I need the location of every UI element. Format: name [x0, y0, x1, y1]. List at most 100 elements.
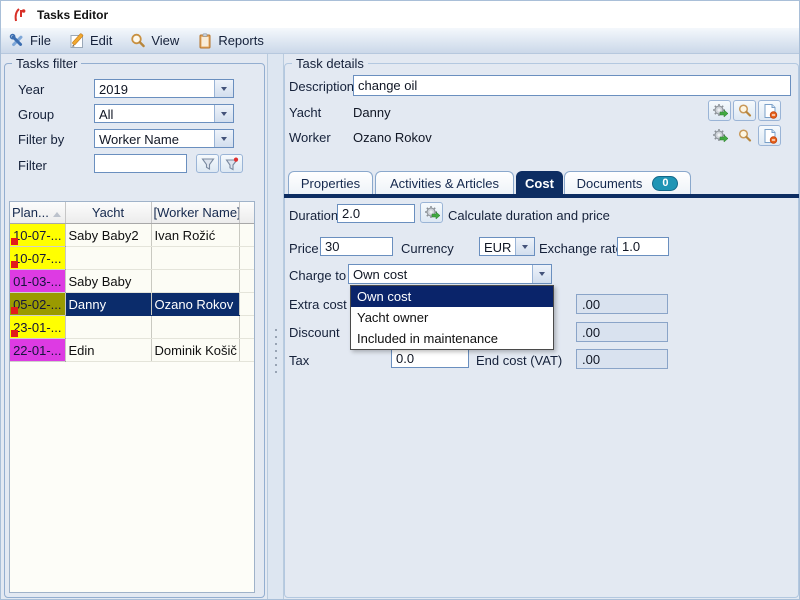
worker-cell[interactable]: Dominik Košič [151, 339, 239, 362]
plan-date-cell[interactable]: 05-02-... [10, 293, 65, 316]
worker-cell[interactable]: Ivan Rožić [151, 224, 239, 247]
yacht-cell[interactable]: Danny [65, 293, 151, 316]
worker-actions [708, 125, 781, 146]
yacht-cell[interactable]: Edin [65, 339, 151, 362]
funnel-clear-icon [225, 157, 239, 171]
column-header-plan[interactable]: Plan... [10, 202, 65, 224]
year-value: 2019 [95, 80, 214, 97]
column-header-worker[interactable]: [Worker Name] [151, 202, 239, 224]
worker-cell[interactable] [151, 270, 239, 293]
description-input[interactable]: change oil [353, 75, 791, 96]
yacht-cell[interactable] [65, 247, 151, 270]
menu-edit-label: Edit [90, 33, 112, 48]
charge-to-select[interactable]: Own cost [348, 264, 552, 284]
table-row[interactable]: 01-03-... Saby Baby [10, 270, 254, 293]
menu-view[interactable]: View [130, 33, 179, 49]
year-dropdown-button[interactable] [214, 80, 233, 97]
worker-cell[interactable]: Ozano Rokov [151, 293, 239, 316]
tasks-table[interactable]: Plan... Yacht [Worker Name] 10-07-... Sa… [9, 201, 255, 593]
end-cost-value: .00 [582, 352, 600, 367]
currency-dropdown-button[interactable] [515, 238, 534, 255]
filter-by-value: Worker Name [95, 130, 214, 147]
table-row[interactable]: 10-07-... [10, 247, 254, 270]
worker-search-button[interactable] [733, 125, 756, 146]
red-marker-icon [11, 238, 18, 245]
exchange-rate-label: Exchange rate [539, 241, 623, 256]
exchange-rate-input[interactable]: 1.0 [617, 237, 669, 256]
tab-activities-articles[interactable]: Activities & Articles [375, 171, 514, 194]
tab-properties-label: Properties [301, 176, 360, 191]
gear-run-icon [424, 205, 440, 221]
group-select[interactable]: All [94, 104, 234, 123]
filter-by-label: Filter by [18, 132, 64, 147]
tab-properties[interactable]: Properties [288, 171, 373, 194]
tools-icon [9, 33, 25, 49]
duration-value: 2.0 [342, 206, 360, 221]
menu-file[interactable]: File [9, 33, 51, 49]
discount-total-field: .00 [576, 322, 668, 342]
yacht-cell[interactable]: Saby Baby [65, 270, 151, 293]
chevron-down-icon [539, 272, 545, 276]
exchange-rate-value: 1.0 [622, 239, 640, 254]
plan-date-cell[interactable]: 01-03-... [10, 270, 65, 293]
currency-label: Currency [401, 241, 454, 256]
year-select[interactable]: 2019 [94, 79, 234, 98]
chevron-down-icon [522, 245, 528, 249]
yacht-cell[interactable] [65, 316, 151, 339]
filter-by-select[interactable]: Worker Name [94, 129, 234, 148]
group-value: All [95, 105, 214, 122]
filter-input[interactable] [94, 154, 187, 173]
currency-select[interactable]: EUR [479, 237, 535, 256]
tab-cost[interactable]: Cost [516, 171, 563, 194]
splitter-grip-icon [275, 329, 277, 373]
worker-remove-button[interactable] [758, 125, 781, 146]
discount-total-value: .00 [582, 325, 600, 340]
menu-edit[interactable]: Edit [69, 33, 112, 49]
menu-reports[interactable]: Reports [197, 33, 264, 49]
worker-cell[interactable] [151, 247, 239, 270]
yacht-remove-button[interactable] [758, 100, 781, 121]
extra-cost-total-value: .00 [582, 297, 600, 312]
menu-view-label: View [151, 33, 179, 48]
clear-filter-button[interactable] [220, 154, 243, 173]
yacht-value: Danny [353, 105, 391, 120]
group-label: Group [18, 107, 54, 122]
plan-date-cell[interactable]: 10-07-... [10, 224, 65, 247]
yacht-assign-button[interactable] [708, 100, 731, 121]
sort-ascending-icon [53, 212, 61, 217]
price-input[interactable]: 30 [320, 237, 393, 256]
plan-date-cell[interactable]: 10-07-... [10, 247, 65, 270]
table-row[interactable]: 10-07-... Saby Baby2 Ivan Rožić [10, 224, 254, 247]
table-row-selected[interactable]: 05-02-... Danny Ozano Rokov [10, 293, 254, 316]
tax-value: 0.0 [396, 351, 414, 366]
plan-date-cell[interactable]: 22-01-... [10, 339, 65, 362]
tax-input[interactable]: 0.0 [391, 349, 469, 368]
worker-value: Ozano Rokov [353, 130, 432, 145]
worker-assign-button[interactable] [708, 125, 731, 146]
dropdown-option-yacht-owner[interactable]: Yacht owner [351, 307, 553, 328]
apply-filter-button[interactable] [196, 154, 219, 173]
red-marker-icon [11, 307, 18, 314]
panel-splitter[interactable] [267, 54, 284, 599]
tab-documents[interactable]: Documents 0 [564, 171, 691, 194]
extra-cost-total-field: .00 [576, 294, 668, 314]
gear-run-icon [712, 128, 728, 144]
group-dropdown-button[interactable] [214, 105, 233, 122]
funnel-icon [201, 157, 215, 171]
remove-document-icon [762, 103, 778, 119]
dropdown-option-included-in-maintenance[interactable]: Included in maintenance [351, 328, 553, 349]
charge-to-dropdown-button[interactable] [532, 265, 551, 283]
filter-by-dropdown-button[interactable] [214, 130, 233, 147]
table-header-row: Plan... Yacht [Worker Name] [10, 202, 254, 224]
plan-date-cell[interactable]: 23-01-... [10, 316, 65, 339]
table-row[interactable]: 23-01-... [10, 316, 254, 339]
worker-cell[interactable] [151, 316, 239, 339]
yacht-cell[interactable]: Saby Baby2 [65, 224, 151, 247]
tab-underline [284, 194, 799, 198]
table-row[interactable]: 22-01-... Edin Dominik Košič [10, 339, 254, 362]
column-header-yacht[interactable]: Yacht [65, 202, 151, 224]
calculate-button[interactable] [420, 202, 443, 223]
duration-input[interactable]: 2.0 [337, 204, 415, 223]
dropdown-option-own-cost[interactable]: Own cost [351, 286, 553, 307]
yacht-search-button[interactable] [733, 100, 756, 121]
